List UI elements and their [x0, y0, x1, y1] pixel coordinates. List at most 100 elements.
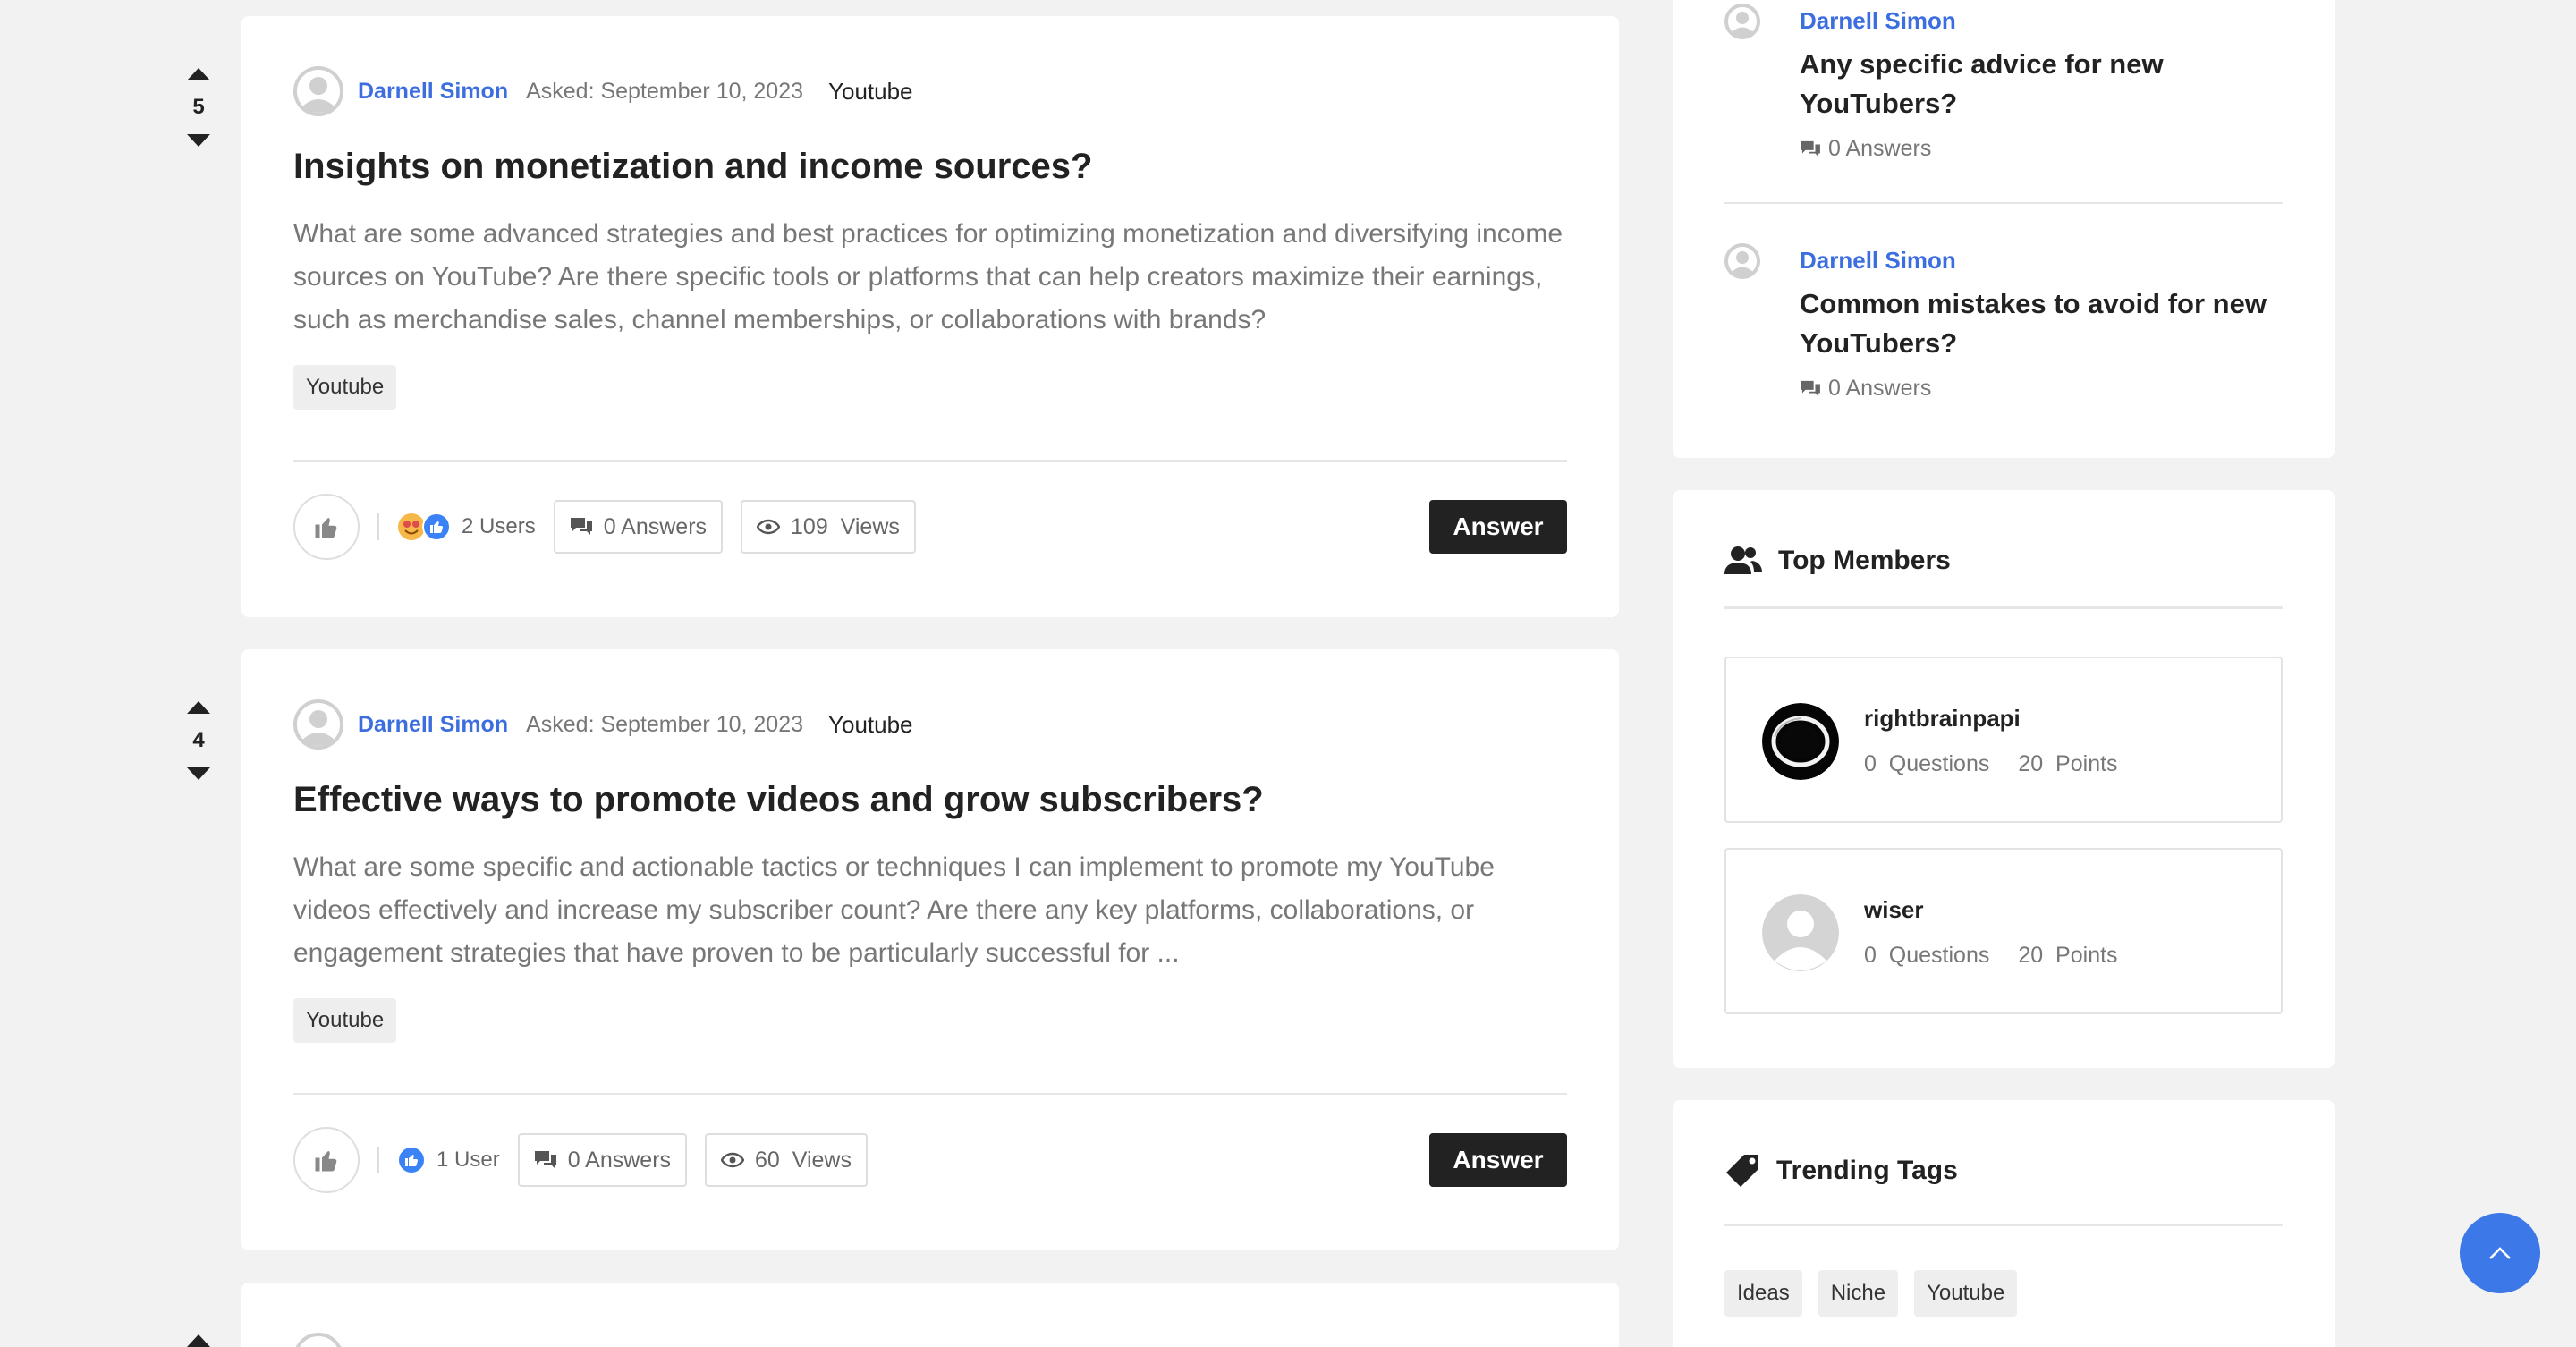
chevron-up-icon — [2489, 1247, 2511, 1259]
tags-list: Ideas Niche Youtube — [1724, 1270, 2033, 1317]
reactions[interactable]: 1 User — [397, 1146, 500, 1174]
views-count-box: 109 Views — [741, 500, 916, 554]
reactions[interactable]: 2 Users — [397, 513, 536, 541]
user-silhouette-icon — [1762, 894, 1839, 971]
trending-tags-widget: Trending Tags Ideas Niche Youtube — [1673, 1100, 2334, 1347]
answers-count-label: 0 Answers — [1828, 376, 1932, 401]
related-question-title[interactable]: Any specific advice for new YouTubers? — [1800, 45, 2283, 123]
author-avatar[interactable] — [293, 699, 343, 750]
downvote-button[interactable] — [175, 129, 222, 152]
member-name[interactable]: wiser — [1864, 896, 1924, 924]
views-count-box: 60 Views — [705, 1133, 868, 1187]
author-link[interactable]: Darnell Simon — [1800, 7, 1956, 35]
comments-icon — [570, 518, 592, 535]
member-avatar[interactable] — [1762, 703, 1839, 780]
divider — [293, 1093, 1567, 1095]
upvote-button[interactable] — [175, 696, 222, 719]
caret-down-icon — [187, 134, 210, 147]
views-count: 109 Views — [791, 513, 900, 539]
divider — [1724, 202, 2283, 204]
question-footer: 1 User 0 Answers 60 Views Answer — [293, 1127, 1567, 1193]
eye-icon — [757, 519, 781, 535]
member-card[interactable]: rightbrainpapi 0 Questions 20 Points — [1724, 657, 2283, 823]
category-link[interactable]: Youtube — [828, 711, 912, 739]
answer-button[interactable]: Answer — [1429, 500, 1567, 554]
answers-count-label: 0 Answers — [1828, 136, 1932, 161]
related-question-item: Darnell Simon Common mistakes to avoid f… — [1724, 243, 2283, 413]
question-title[interactable]: Effective ways to promote videos and gro… — [293, 780, 1264, 820]
author-link[interactable]: Darnell Simon — [1800, 247, 1956, 275]
author-avatar[interactable] — [1724, 243, 1760, 279]
answers-count[interactable]: 0 Answers — [1800, 376, 1931, 402]
vote-widget: 5 — [175, 63, 222, 152]
question-meta: Darnell Simon Asked: September 10, 2023 … — [293, 699, 913, 750]
author-avatar[interactable] — [293, 66, 343, 116]
related-question-item: Darnell Simon Any specific advice for ne… — [1724, 4, 2283, 174]
vote-count: 4 — [192, 728, 205, 752]
question-card — [242, 1283, 1619, 1347]
separator — [377, 1147, 379, 1173]
answers-count[interactable]: 0 Answers — [1800, 136, 1931, 162]
question-meta: Darnell Simon Asked: September 10, 2023 … — [293, 66, 913, 116]
member-card[interactable]: wiser 0 Questions 20 Points — [1724, 848, 2283, 1014]
category-link[interactable]: Youtube — [828, 78, 912, 106]
answer-button[interactable]: Answer — [1429, 1133, 1567, 1187]
vote-count: 5 — [192, 95, 205, 119]
caret-up-icon — [187, 701, 210, 714]
question-excerpt: What are some advanced strategies and be… — [293, 219, 1563, 335]
asked-date: Asked: September 10, 2023 — [526, 711, 804, 737]
like-button[interactable] — [293, 494, 360, 560]
answers-count-box[interactable]: 0 Answers — [553, 500, 724, 554]
question-tag[interactable]: Youtube — [293, 998, 397, 1043]
question-card: Darnell Simon Asked: September 10, 2023 … — [242, 16, 1619, 617]
question-tag[interactable]: Youtube — [293, 365, 397, 410]
answers-count-box[interactable]: 0 Answers — [517, 1133, 688, 1187]
caret-up-icon — [187, 68, 210, 80]
related-questions-widget: Darnell Simon Any specific advice for ne… — [1673, 0, 2334, 458]
reactions-count: 1 User — [436, 1148, 500, 1172]
vote-widget: 4 — [175, 696, 222, 785]
upvote-button[interactable] — [175, 1329, 222, 1347]
question-excerpt: What are some specific and actionable ta… — [293, 852, 1495, 968]
views-count: 60 Views — [755, 1147, 852, 1173]
widget-title: Top Members — [1778, 546, 1951, 575]
author-avatar[interactable] — [1724, 4, 1760, 39]
comments-icon — [1801, 140, 1820, 157]
caret-up-icon — [187, 1334, 210, 1347]
downvote-button[interactable] — [175, 762, 222, 785]
question-footer: 2 Users 0 Answers 109 Views Answer — [293, 494, 1567, 560]
reactions-count: 2 Users — [462, 514, 536, 538]
author-link[interactable]: Darnell Simon — [358, 712, 508, 738]
thumbs-up-icon — [315, 518, 337, 538]
comments-icon — [1801, 380, 1820, 396]
scroll-to-top-button[interactable] — [2460, 1213, 2540, 1293]
tag-icon — [1726, 1155, 1758, 1187]
like-reaction-icon — [397, 1146, 426, 1174]
question-card: Darnell Simon Asked: September 10, 2023 … — [242, 649, 1619, 1250]
widget-heading: Trending Tags — [1724, 1150, 1958, 1191]
member-stats: 0 Questions 20 Points — [1864, 943, 2118, 969]
member-name[interactable]: rightbrainpapi — [1864, 705, 2021, 733]
comments-icon — [534, 1151, 556, 1168]
question-title[interactable]: Insights on monetization and income sour… — [293, 147, 1092, 187]
user-silhouette-icon — [293, 66, 343, 116]
related-question-title[interactable]: Common mistakes to avoid for new YouTube… — [1800, 284, 2283, 363]
like-button[interactable] — [293, 1127, 360, 1193]
upvote-button[interactable] — [175, 63, 222, 86]
author-link[interactable]: Darnell Simon — [358, 79, 508, 105]
tag-youtube[interactable]: Youtube — [1914, 1270, 2018, 1317]
answers-count: 0 Answers — [567, 1147, 672, 1173]
user-silhouette-icon — [1724, 243, 1760, 279]
divider — [1724, 1224, 2283, 1226]
top-members-widget: Top Members rightbrainpapi 0 Questions 20… — [1673, 490, 2334, 1068]
user-silhouette-icon — [1724, 4, 1760, 39]
tag-ideas[interactable]: Ideas — [1724, 1270, 1802, 1317]
answers-count: 0 Answers — [603, 513, 708, 539]
eclipse-avatar-icon — [1762, 703, 1839, 780]
member-questions: 0 Questions — [1864, 751, 1990, 776]
widget-heading: Top Members — [1724, 540, 1951, 581]
user-silhouette-icon — [293, 699, 343, 750]
member-avatar[interactable] — [1762, 894, 1839, 971]
tag-niche[interactable]: Niche — [1818, 1270, 1899, 1317]
author-avatar[interactable] — [293, 1333, 343, 1347]
